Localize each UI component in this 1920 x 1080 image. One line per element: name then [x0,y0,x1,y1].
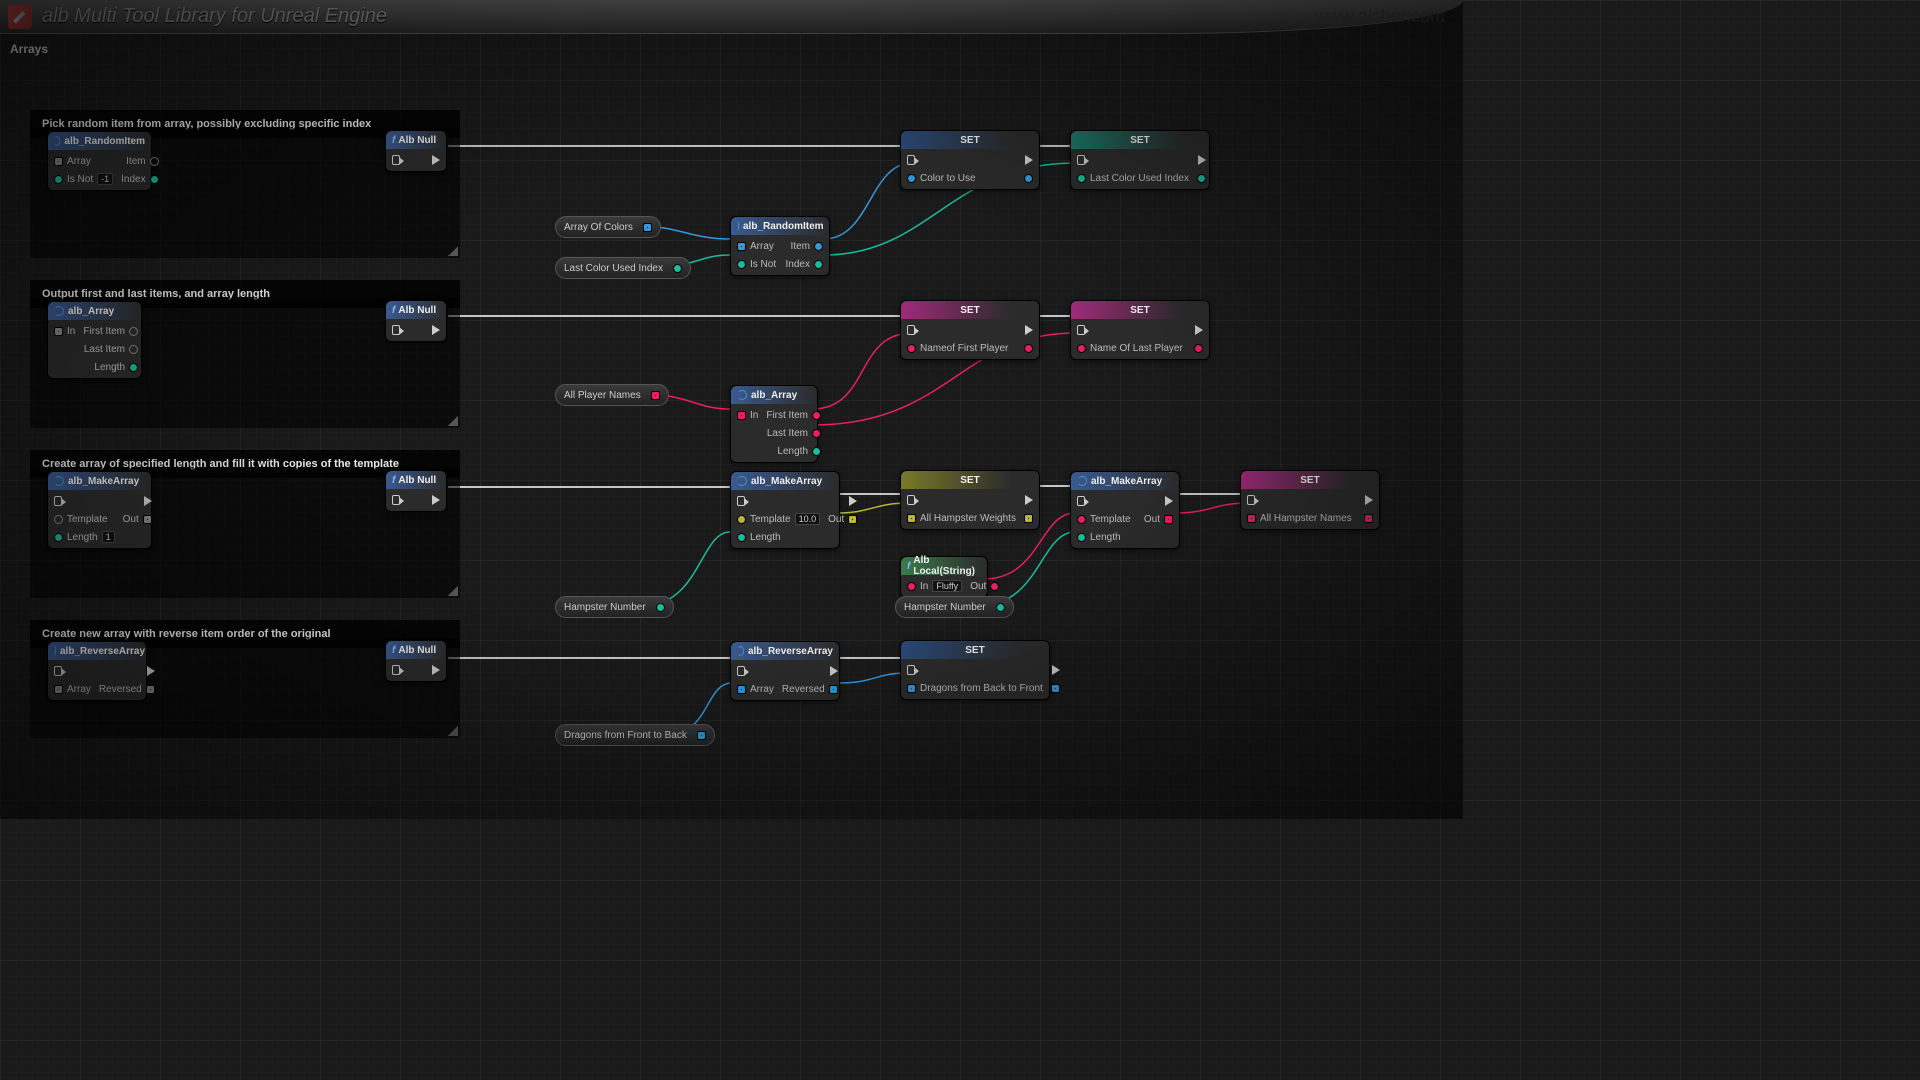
pill-array-of-colors[interactable]: Array Of Colors [555,216,661,238]
refresh-icon [737,390,747,400]
function-icon: f [392,475,395,486]
refresh-icon [54,476,64,486]
isnot-pin-in[interactable] [54,175,63,184]
refresh-icon [54,136,60,146]
app-icon [8,5,32,29]
node-alb-array[interactable]: alb_Array In First Item Last Item Length [47,301,142,379]
pill-hampster-number-1[interactable]: Hampster Number [555,596,674,618]
node-set-lastcolor[interactable]: SET Last Color Used Index [1070,130,1210,190]
refresh-icon [1077,476,1087,486]
function-icon: f [392,135,395,146]
node-alb-null-3[interactable]: fAlb Null [385,470,447,512]
node-alb-reversearray[interactable]: alb_ReverseArray Array Reversed [47,641,147,701]
node-alb-randomitem[interactable]: alb_RandomItem Array Is Not-1 Item Index [47,131,152,191]
function-icon: f [392,645,395,656]
node-alb-makearray[interactable]: alb_MakeArray Template Length1 Out [47,471,152,549]
refresh-icon [54,306,64,316]
node-alb-null-4[interactable]: fAlb Null [385,640,447,682]
exec-out[interactable] [432,155,440,165]
refresh-icon [737,221,739,231]
resize-handle[interactable] [448,416,458,426]
node-alb-array-2[interactable]: alb_Array In First Item Last Item Length [730,385,818,463]
function-icon: f [907,561,910,572]
pill-dragons-front-to-back[interactable]: Dragons from Front to Back [555,724,715,746]
pill-hampster-number-2[interactable]: Hampster Number [895,596,1014,618]
refresh-icon [737,476,747,486]
node-set-hampster-weights[interactable]: SET All Hampster Weights [900,470,1040,530]
resize-handle[interactable] [448,726,458,736]
node-alb-reversearray-2[interactable]: alb_ReverseArray Array Reversed [730,641,840,701]
node-alb-makearray-3[interactable]: alb_MakeArray Template Length Out [1070,471,1180,549]
app-title: alb Multi Tool Library for Unreal Engine [42,5,387,28]
node-alb-local-string[interactable]: fAlb Local(String) InFluffy Out [900,556,988,598]
pill-last-color-used-index[interactable]: Last Color Used Index [555,257,691,279]
resize-handle[interactable] [448,246,458,256]
node-alb-randomitem-2[interactable]: alb_RandomItem Array Is Not Item Index [730,216,830,276]
node-set-hampster-names[interactable]: SET All Hampster Names [1240,470,1380,530]
url-watermark: www.alsber.com [1315,6,1445,27]
array-pin-in[interactable] [54,157,63,166]
item-pin-out[interactable] [150,157,159,166]
pill-all-player-names[interactable]: All Player Names [555,384,669,406]
function-icon: f [392,305,395,316]
node-set-lastplayer[interactable]: SET Name Of Last Player [1070,300,1210,360]
node-set-color[interactable]: SET Color to Use [900,130,1040,190]
node-set-dragons[interactable]: SET Dragons from Back to Front [900,640,1050,700]
refresh-icon [54,646,56,656]
refresh-icon [737,646,744,656]
node-alb-makearray-2[interactable]: alb_MakeArray Template10.0 Length Out [730,471,840,549]
resize-handle[interactable] [448,586,458,596]
node-alb-null-2[interactable]: fAlb Null [385,300,447,342]
index-pin-out[interactable] [150,175,159,184]
node-set-firstplayer[interactable]: SET Nameof First Player [900,300,1040,360]
page-title: Arrays [0,36,1463,62]
node-alb-null-1[interactable]: fAlb Null [385,130,447,172]
exec-in[interactable] [392,155,400,165]
